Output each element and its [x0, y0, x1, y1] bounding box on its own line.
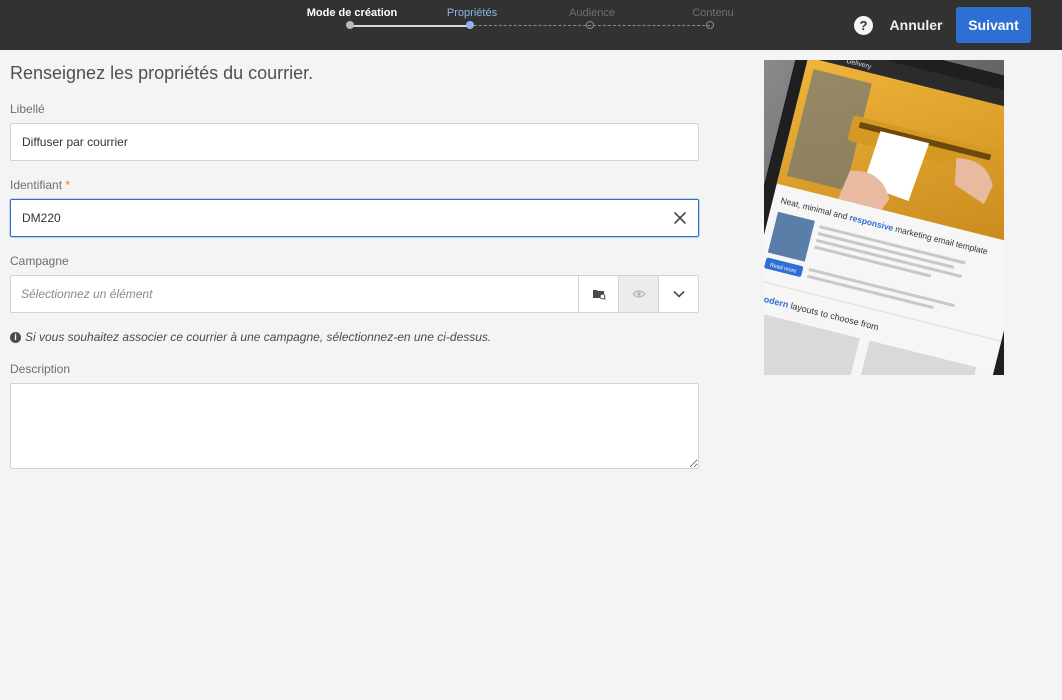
identifier-input[interactable]: [11, 200, 698, 236]
label-field-label: Libellé: [10, 102, 45, 116]
step-dot-mode-de-creation: [346, 21, 354, 29]
next-button[interactable]: Suivant: [956, 7, 1031, 43]
chevron-down-icon: [672, 290, 685, 298]
step-dot-audience: [586, 21, 594, 29]
step-dot-contenu: [706, 21, 714, 29]
page-title: Renseignez les propriétés du courrier.: [10, 63, 314, 83]
campaign-preview-button: [618, 276, 658, 312]
identifier-field: [10, 199, 699, 237]
info-circle-icon: i: [10, 331, 21, 343]
step-proprietes[interactable]: Propriétés: [447, 7, 497, 19]
campaign-dropdown-button[interactable]: [658, 276, 698, 312]
step-audience: Audience: [569, 7, 615, 19]
label-field: [10, 123, 699, 161]
identifier-label-text: Identifiant: [10, 178, 63, 192]
progress-track-completed: [350, 25, 470, 27]
top-bar: Mode de création Propriétés Audience Con…: [0, 0, 1062, 50]
campaign-input[interactable]: [11, 276, 578, 312]
cancel-button[interactable]: Annuler: [884, 9, 948, 41]
delivery-preview-image: Delivery Neat, minimal and responsive ma…: [764, 60, 1004, 375]
campaign-hint: i Si vous souhaitez associer ce courrier…: [10, 330, 491, 344]
description-textarea[interactable]: [10, 383, 699, 469]
folder-browse-icon: [592, 290, 606, 300]
help-icon[interactable]: ?: [854, 16, 873, 35]
clear-icon[interactable]: [672, 210, 688, 226]
campaign-field: [10, 275, 699, 313]
step-dot-proprietes: [466, 21, 474, 29]
campaign-browse-button[interactable]: [578, 276, 618, 312]
step-mode-de-creation[interactable]: Mode de création: [307, 7, 397, 19]
preview-illustration: Delivery Neat, minimal and responsive ma…: [764, 60, 1004, 375]
eye-icon: [631, 290, 646, 298]
required-indicator: *: [65, 178, 71, 192]
label-input[interactable]: [11, 124, 698, 160]
campaign-field-label: Campagne: [10, 254, 69, 268]
step-contenu: Contenu: [692, 7, 734, 19]
campaign-hint-text: Si vous souhaitez associer ce courrier à…: [25, 330, 492, 344]
description-field-label: Description: [10, 362, 71, 376]
identifier-field-label: Identifiant *: [10, 178, 70, 192]
